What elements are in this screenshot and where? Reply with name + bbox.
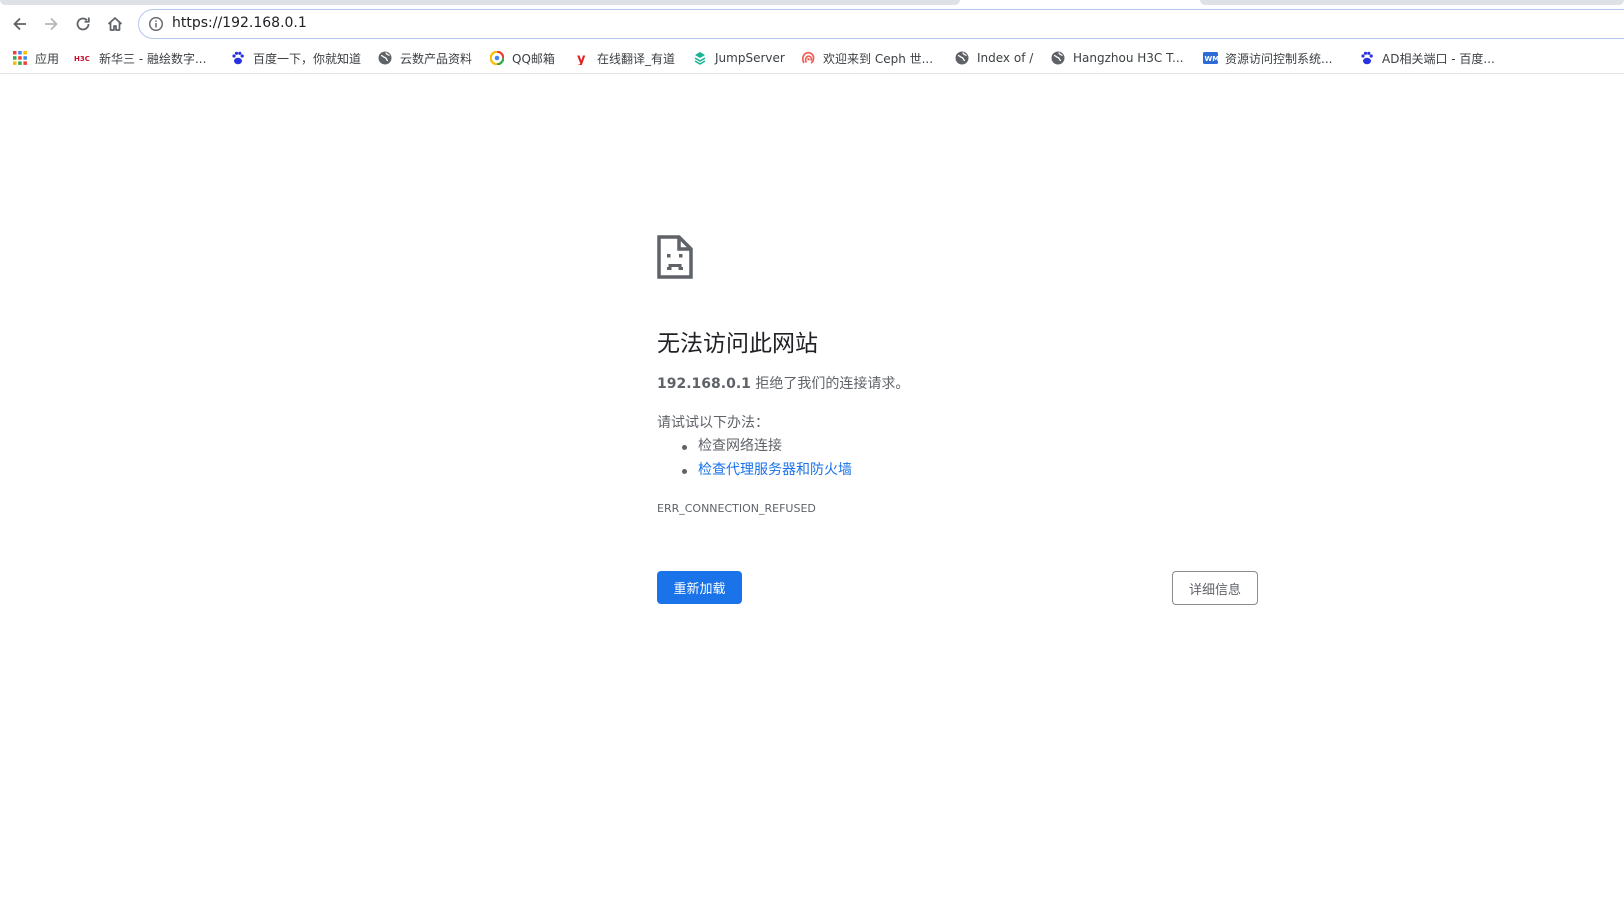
apps-grid-icon	[12, 50, 28, 66]
bookmark-jumpserver[interactable]: JumpServer	[692, 47, 785, 69]
ceph-icon	[800, 50, 816, 66]
bookmark-yunshu[interactable]: 云数产品资料	[377, 47, 472, 69]
address-bar[interactable]: https://192.168.0.1	[138, 9, 1624, 39]
reload-button[interactable]: 重新加载	[657, 571, 742, 604]
page-title: 无法访问此网站	[657, 331, 818, 357]
svg-text:WM: WM	[1204, 55, 1218, 63]
error-message: 192.168.0.1 拒绝了我们的连接请求。	[657, 373, 909, 393]
forward-button[interactable]	[37, 10, 65, 38]
bookmarks-bar: 应用 H3C 新华三 - 融绘数字... 百度一下，你就知道 云数产品资料 QQ…	[0, 43, 1624, 74]
baidu-paw-icon	[230, 50, 246, 66]
bookmark-label: JumpServer	[715, 51, 785, 65]
check-proxy-firewall-link[interactable]: 检查代理服务器和防火墙	[698, 462, 852, 478]
bookmark-ad-ports[interactable]: AD相关端口 - 百度...	[1359, 47, 1495, 69]
bookmark-index-of[interactable]: Index of /	[954, 47, 1033, 69]
youdao-icon: y	[574, 50, 590, 66]
details-button[interactable]: 详细信息	[1172, 571, 1258, 605]
bookmark-label: QQ邮箱	[512, 51, 555, 66]
error-host: 192.168.0.1	[657, 376, 751, 392]
sad-page-icon	[657, 235, 693, 279]
suggestion-text: 检查网络连接	[698, 438, 782, 454]
globe-icon	[954, 50, 970, 66]
home-icon	[107, 17, 123, 31]
bookmark-label: 资源访问控制系统...	[1225, 51, 1333, 66]
baidu-paw-icon	[1359, 50, 1375, 66]
bookmark-label: AD相关端口 - 百度...	[1382, 51, 1495, 66]
wm-icon: WM	[1202, 50, 1218, 66]
bookmark-label: 新华三 - 融绘数字...	[99, 51, 207, 66]
bullet-dot	[682, 445, 687, 450]
bookmark-youdao[interactable]: y 在线翻译_有道	[574, 47, 675, 69]
globe-icon	[377, 50, 393, 66]
bookmark-label: 云数产品资料	[400, 51, 473, 66]
browser-toolbar: https://192.168.0.1	[0, 6, 1624, 42]
error-message-text: 拒绝了我们的连接请求。	[750, 376, 910, 392]
active-tab-edge[interactable]	[0, 0, 960, 5]
error-code: ERR_CONNECTION_REFUSED	[657, 502, 816, 515]
h3c-logo-icon: H3C	[74, 50, 92, 66]
bookmark-qqmail[interactable]: QQ邮箱	[489, 47, 555, 69]
bookmark-label: 百度一下，你就知道	[253, 51, 362, 66]
globe-icon	[1050, 50, 1066, 66]
bookmark-hangzhou-h3c[interactable]: Hangzhou H3C T...	[1050, 47, 1183, 69]
try-label: 请试试以下办法：	[657, 415, 769, 431]
back-button[interactable]	[6, 10, 34, 38]
bookmark-baidu[interactable]: 百度一下，你就知道	[230, 47, 361, 69]
jumpserver-icon	[692, 50, 708, 66]
bookmark-label: 在线翻译_有道	[597, 51, 676, 66]
bookmark-label: Index of /	[977, 51, 1034, 65]
inactive-tab-edge[interactable]	[1200, 0, 1624, 5]
svg-text:y: y	[577, 52, 586, 65]
bullet-dot	[682, 469, 687, 474]
bookmark-label: 欢迎来到 Ceph 世...	[823, 51, 934, 66]
svg-text:H3C: H3C	[74, 55, 90, 63]
reload-toolbar-button[interactable]	[69, 10, 97, 38]
suggestion-check-proxy: 检查代理服务器和防火墙	[657, 458, 852, 482]
bookmark-label: 应用	[35, 51, 60, 66]
forward-arrow-icon	[45, 17, 58, 31]
refresh-icon	[76, 17, 90, 31]
suggestion-check-network: 检查网络连接	[657, 434, 852, 458]
bookmark-label: Hangzhou H3C T...	[1073, 51, 1184, 65]
suggestion-list: 检查网络连接 检查代理服务器和防火墙	[657, 434, 852, 482]
bookmark-ceph[interactable]: 欢迎来到 Ceph 世...	[800, 47, 933, 69]
bookmark-resource-access[interactable]: WM 资源访问控制系统...	[1202, 47, 1332, 69]
bookmark-apps[interactable]: 应用	[12, 47, 59, 69]
qq-mail-icon	[489, 50, 505, 66]
site-info-icon[interactable]	[148, 16, 164, 32]
back-arrow-icon	[13, 17, 26, 31]
bookmark-h3c[interactable]: H3C 新华三 - 融绘数字...	[74, 47, 206, 69]
home-button[interactable]	[101, 10, 129, 38]
url-text[interactable]: https://192.168.0.1	[172, 15, 307, 31]
